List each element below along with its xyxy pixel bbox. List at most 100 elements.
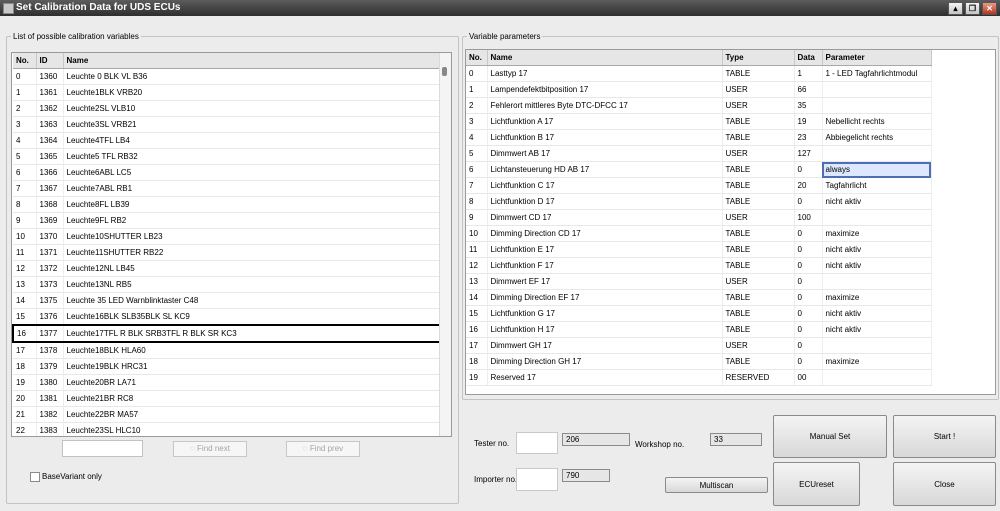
tester-no-field[interactable]: 206 bbox=[562, 433, 630, 446]
restore-icon[interactable]: ❐ bbox=[965, 2, 980, 15]
param-cell-data: 0 bbox=[794, 305, 823, 322]
close-window-icon[interactable]: ✕ bbox=[982, 2, 997, 15]
calibration-row[interactable]: 14 1375 Leuchte 35 LED Warnblinktaster C48 bbox=[13, 292, 442, 309]
param-row[interactable]: 17 Dimmwert GH 17 USER 0 bbox=[466, 337, 932, 354]
param-cell-parameter[interactable]: Nebellicht rechts bbox=[822, 113, 932, 130]
param-row[interactable]: 16 Lichtfunktion H 17 TABLE 0 nicht aktiv bbox=[466, 321, 932, 338]
param-cell-parameter[interactable] bbox=[822, 273, 932, 290]
multiscan-button[interactable]: Multiscan bbox=[665, 477, 768, 493]
param-row[interactable]: 15 Lichtfunktion G 17 TABLE 0 nicht aktiv bbox=[466, 305, 932, 322]
param-row[interactable]: 2 Fehlerort mittleres Byte DTC-DFCC 17 USE… bbox=[466, 97, 932, 114]
calibration-row[interactable]: 18 1379 Leuchte19BLK HRC31 bbox=[13, 358, 442, 375]
param-row[interactable]: 11 Lichtfunktion E 17 TABLE 0 nicht aktiv bbox=[466, 241, 932, 258]
workshop-no-label: Workshop no. bbox=[635, 440, 685, 449]
param-cell-parameter[interactable]: 1 - LED Tagfahrlichtmodul bbox=[822, 65, 932, 82]
param-row[interactable]: 8 Lichtfunktion D 17 TABLE 0 nicht aktiv bbox=[466, 193, 932, 210]
param-cell-parameter[interactable] bbox=[822, 97, 932, 114]
param-header-name[interactable]: Name bbox=[487, 50, 723, 66]
param-cell-parameter[interactable]: Tagfahrlicht bbox=[822, 177, 932, 194]
param-cell-data: 66 bbox=[794, 81, 823, 98]
param-cell-no: 5 bbox=[466, 145, 488, 162]
calibration-row[interactable]: 7 1367 Leuchte7ABL RB1 bbox=[13, 180, 442, 197]
calibration-row[interactable]: 13 1373 Leuchte13NL RB5 bbox=[13, 276, 442, 293]
param-cell-parameter[interactable] bbox=[822, 145, 932, 162]
param-cell-parameter[interactable]: nicht aktiv bbox=[822, 193, 932, 210]
param-row[interactable]: 14 Dimming Direction EF 17 TABLE 0 maximize bbox=[466, 289, 932, 306]
search-input[interactable] bbox=[62, 440, 143, 457]
calibration-row[interactable]: 15 1376 Leuchte16BLK SLB35BLK SL KC9 bbox=[13, 308, 442, 326]
param-row[interactable]: 9 Dimmwert CD 17 USER 100 bbox=[466, 209, 932, 226]
calibration-row[interactable]: 17 1378 Leuchte18BLK HLA60 bbox=[13, 342, 442, 359]
param-row[interactable]: 0 Lasttyp 17 TABLE 1 1 - LED Tagfahrlichtmod… bbox=[466, 65, 932, 82]
calibration-variables-group-title: List of possible calibration variables bbox=[13, 32, 139, 41]
param-cell-parameter[interactable]: maximize bbox=[822, 289, 932, 306]
find-next-button[interactable]: ◌ Find next bbox=[173, 441, 247, 457]
param-cell-parameter[interactable] bbox=[822, 337, 932, 354]
minimize-icon[interactable]: ▴ bbox=[948, 2, 963, 15]
param-row[interactable]: 1 Lampendefektbitposition 17 USER 66 bbox=[466, 81, 932, 98]
param-row[interactable]: 6 Lichtansteuerung HD AB 17 TABLE 0 always bbox=[466, 161, 932, 178]
param-cell-no: 6 bbox=[466, 161, 488, 178]
calibration-row[interactable]: 19 1380 Leuchte20BR LA71 bbox=[13, 374, 442, 391]
calibration-variables-grid[interactable]: No. ID Name 0 1360 Leuchte 0 BLK VL B36 1 13… bbox=[11, 52, 452, 437]
calibration-row[interactable]: 22 1383 Leuchte23SL HLC10 bbox=[13, 422, 442, 436]
param-cell-parameter[interactable]: nicht aktiv bbox=[822, 257, 932, 274]
param-row[interactable]: 10 Dimming Direction CD 17 TABLE 0 maximize bbox=[466, 225, 932, 242]
calibration-row[interactable]: 6 1366 Leuchte6ABL LC5 bbox=[13, 164, 442, 181]
calibration-row[interactable]: 4 1364 Leuchte4TFL LB4 bbox=[13, 132, 442, 149]
calibration-row[interactable]: 5 1365 Leuchte5 TFL RB32 bbox=[13, 148, 442, 165]
param-header-type[interactable]: Type bbox=[722, 50, 795, 66]
calibration-row[interactable]: 21 1382 Leuchte22BR MA57 bbox=[13, 406, 442, 423]
manual-set-button[interactable]: Manual Set bbox=[773, 415, 887, 458]
param-row[interactable]: 7 Lichtfunktion C 17 TABLE 20 Tagfahrlicht bbox=[466, 177, 932, 194]
param-cell-parameter[interactable] bbox=[822, 81, 932, 98]
calibration-row[interactable]: 16 1377 Leuchte17TFL R BLK SRB3TFL R BLK S… bbox=[12, 324, 442, 343]
param-row[interactable]: 12 Lichtfunktion F 17 TABLE 0 nicht aktiv bbox=[466, 257, 932, 274]
calibration-row[interactable]: 8 1368 Leuchte8FL LB39 bbox=[13, 196, 442, 213]
param-row[interactable]: 3 Lichtfunktion A 17 TABLE 19 Nebellicht rec… bbox=[466, 113, 932, 130]
column-header-name[interactable]: Name bbox=[63, 53, 442, 69]
workshop-no-field[interactable]: 33 bbox=[710, 433, 762, 446]
calibration-row[interactable]: 2 1362 Leuchte2SL VLB10 bbox=[13, 100, 442, 117]
column-header-no[interactable]: No. bbox=[13, 53, 37, 69]
calibration-row[interactable]: 12 1372 Leuchte12NL LB45 bbox=[13, 260, 442, 277]
calibration-row[interactable]: 1 1361 Leuchte1BLK VRB20 bbox=[13, 84, 442, 101]
variable-parameters-grid[interactable]: No. Name Type Data Parameter 0 Lasttyp 17… bbox=[465, 49, 996, 395]
calibration-row[interactable]: 11 1371 Leuchte11SHUTTER RB22 bbox=[13, 244, 442, 261]
left-grid-scrollbar[interactable] bbox=[439, 53, 451, 436]
find-prev-button[interactable]: ◌ Find prev bbox=[286, 441, 360, 457]
start-button[interactable]: Start ! bbox=[893, 415, 996, 458]
param-row[interactable]: 13 Dimmwert EF 17 USER 0 bbox=[466, 273, 932, 290]
param-cell-no: 9 bbox=[466, 209, 488, 226]
param-cell-parameter[interactable]: maximize bbox=[822, 225, 932, 242]
param-cell-parameter[interactable]: nicht aktiv bbox=[822, 305, 932, 322]
ecureset-button[interactable]: ECUreset bbox=[773, 462, 860, 506]
param-cell-name: Lichtfunktion C 17 bbox=[487, 177, 723, 194]
param-cell-parameter[interactable] bbox=[822, 369, 932, 386]
param-cell-parameter[interactable]: nicht aktiv bbox=[822, 321, 932, 338]
param-row[interactable]: 19 Reserved 17 RESERVED 00 bbox=[466, 369, 932, 386]
calibration-row[interactable]: 0 1360 Leuchte 0 BLK VL B36 bbox=[13, 68, 442, 85]
param-row[interactable]: 5 Dimmwert AB 17 USER 127 bbox=[466, 145, 932, 162]
param-header-parameter[interactable]: Parameter bbox=[822, 50, 932, 66]
param-cell-parameter[interactable] bbox=[822, 209, 932, 226]
calibration-cell-no: 0 bbox=[13, 68, 37, 85]
param-cell-parameter[interactable]: maximize bbox=[822, 353, 932, 370]
param-row[interactable]: 18 Dimming Direction GH 17 TABLE 0 maximize bbox=[466, 353, 932, 370]
calibration-row[interactable]: 10 1370 Leuchte10SHUTTER LB23 bbox=[13, 228, 442, 245]
calibration-row[interactable]: 3 1363 Leuchte3SL VRB21 bbox=[13, 116, 442, 133]
param-cell-parameter[interactable]: always bbox=[822, 161, 932, 178]
param-header-data[interactable]: Data bbox=[794, 50, 823, 66]
param-cell-data: 0 bbox=[794, 353, 823, 370]
left-grid-scroll-thumb[interactable] bbox=[442, 67, 447, 76]
basevariant-checkbox[interactable] bbox=[30, 472, 40, 482]
column-header-id[interactable]: ID bbox=[36, 53, 64, 69]
calibration-row[interactable]: 20 1381 Leuchte21BR RC8 bbox=[13, 390, 442, 407]
param-cell-parameter[interactable]: nicht aktiv bbox=[822, 241, 932, 258]
close-button[interactable]: Close bbox=[893, 462, 996, 506]
importer-no-field[interactable]: 790 bbox=[562, 469, 610, 482]
param-header-no[interactable]: No. bbox=[466, 50, 488, 66]
calibration-row[interactable]: 9 1369 Leuchte9FL RB2 bbox=[13, 212, 442, 229]
param-cell-parameter[interactable]: Abbiegelicht rechts bbox=[822, 129, 932, 146]
param-row[interactable]: 4 Lichtfunktion B 17 TABLE 23 Abbiegelicht r… bbox=[466, 129, 932, 146]
